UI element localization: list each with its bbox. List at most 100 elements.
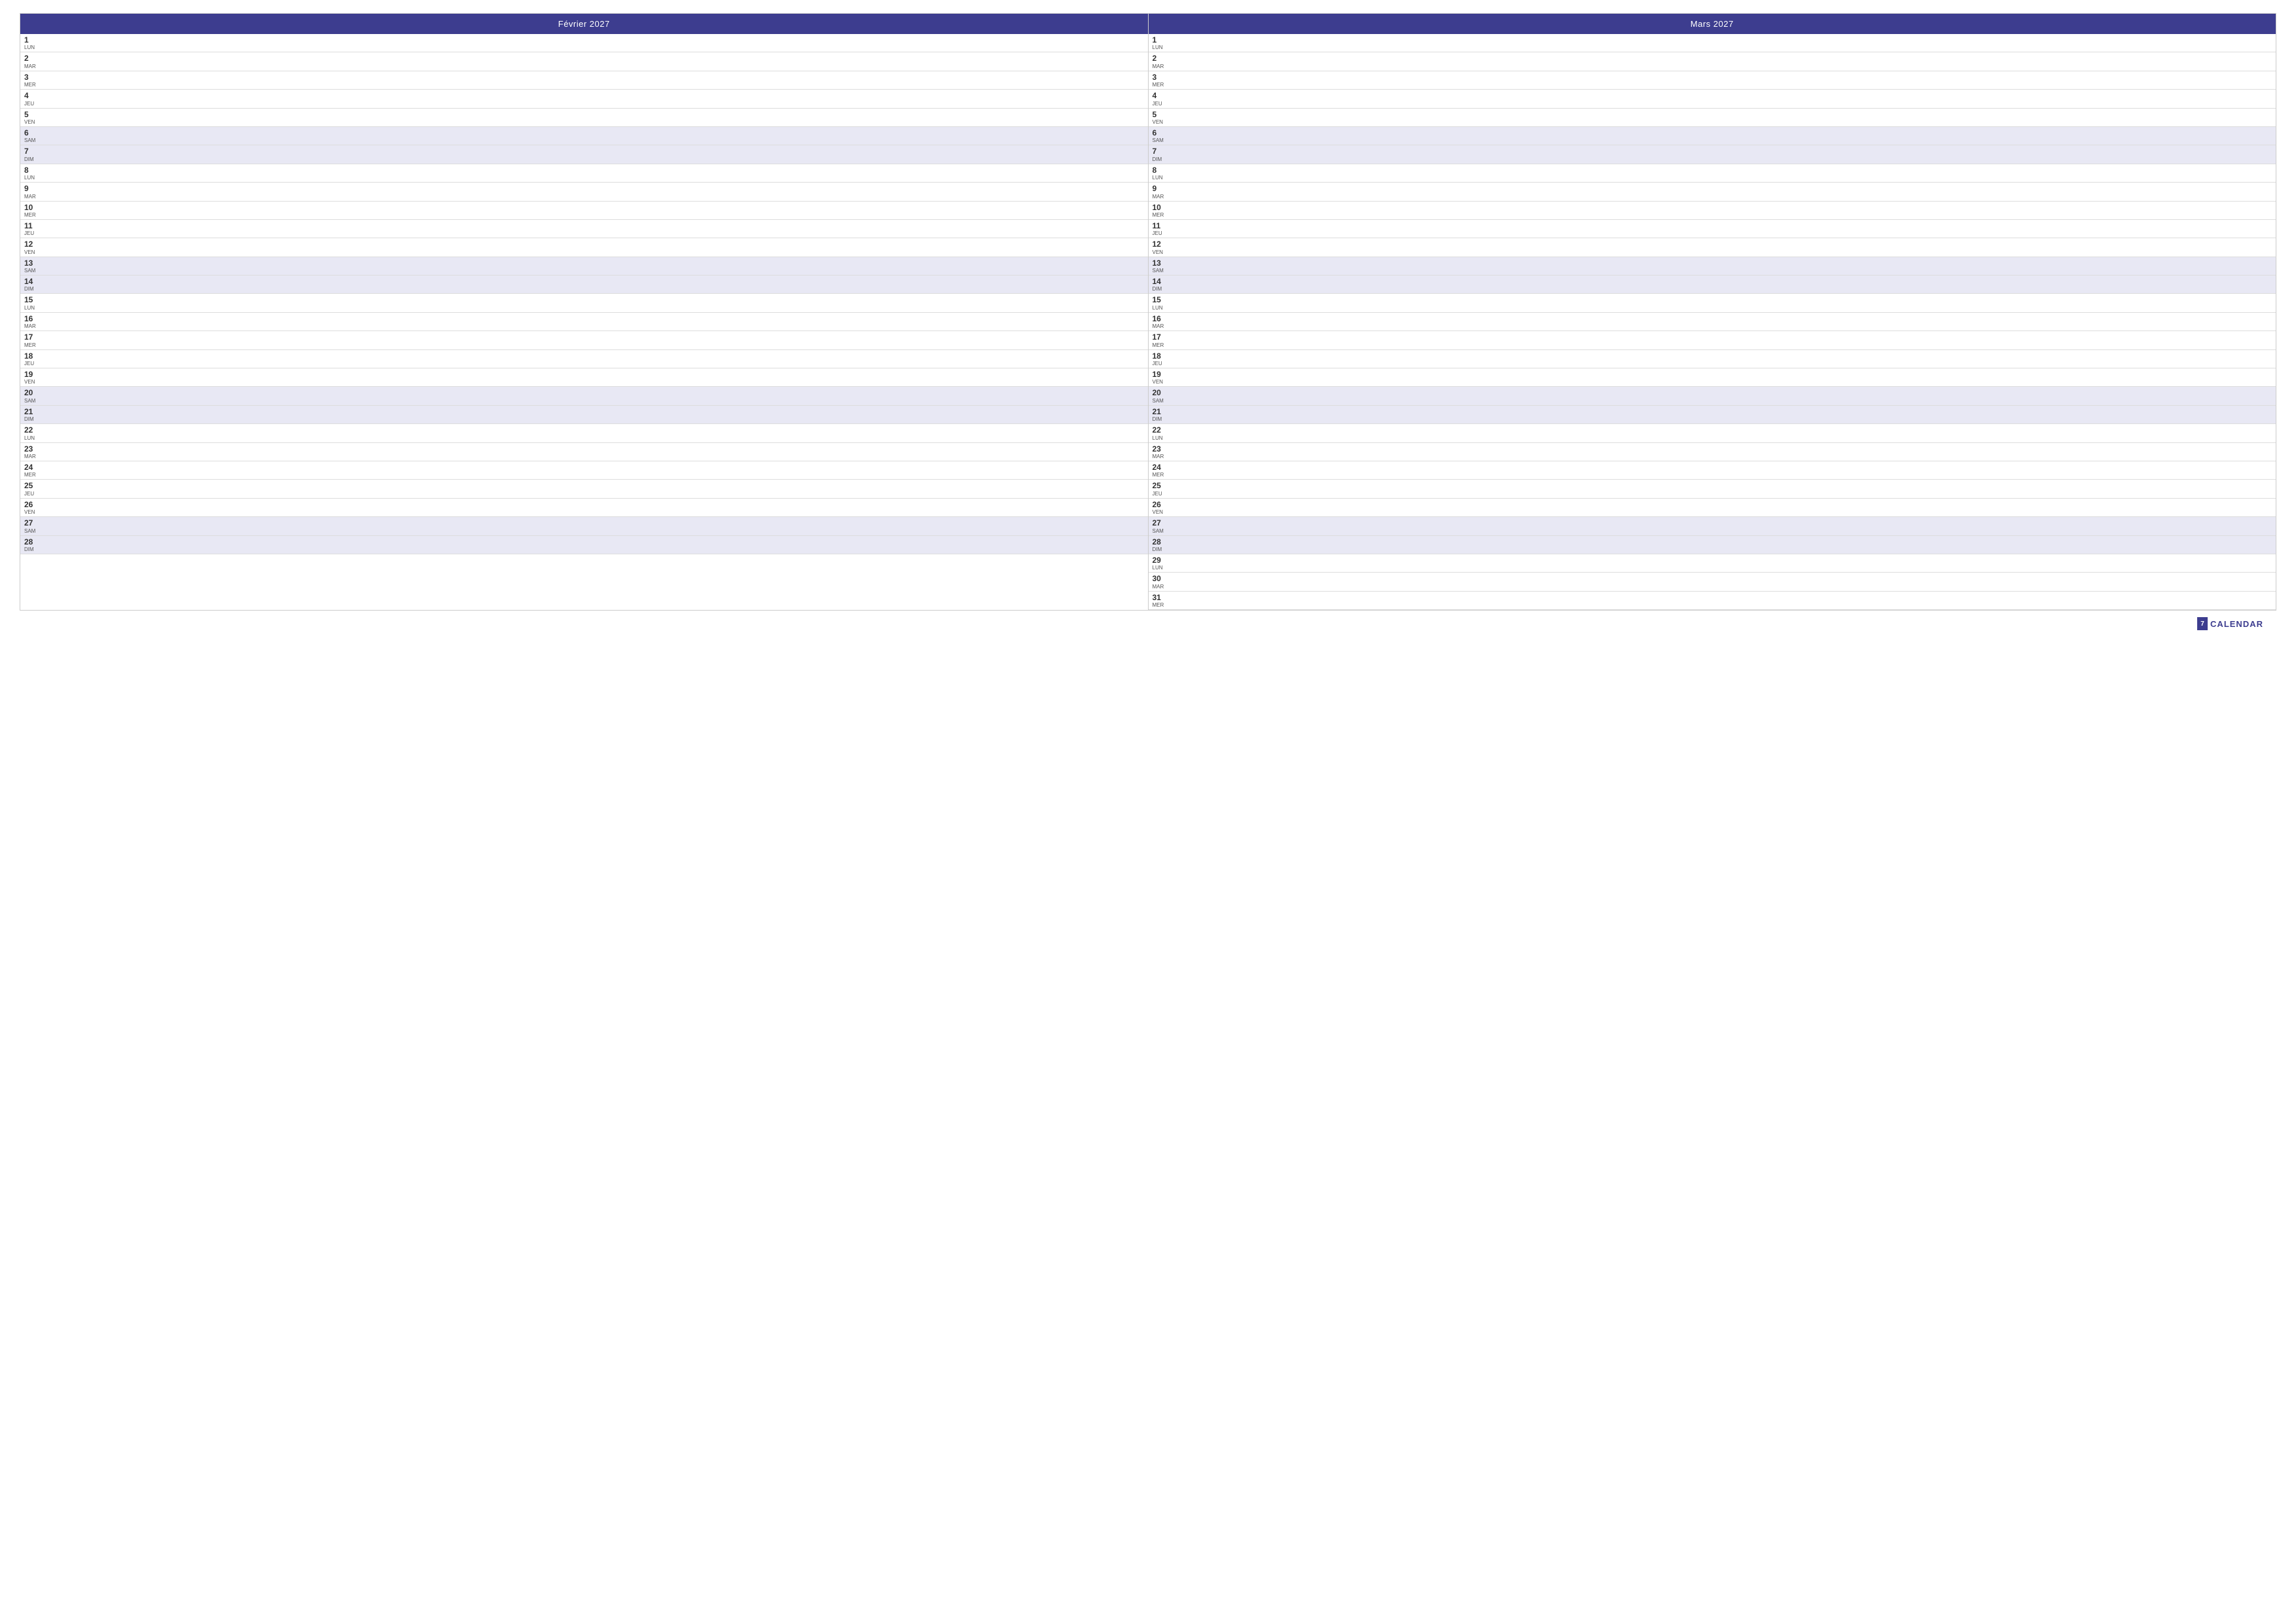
day-cell: 11JEU <box>24 221 44 236</box>
day-cell: 19VEN <box>24 370 44 385</box>
day-cell: 6SAM <box>24 128 44 143</box>
day-row: 26VEN <box>1149 499 2276 517</box>
calendar-header-mars: Mars 2027 <box>1149 14 2276 34</box>
day-name: SAM <box>24 399 44 404</box>
day-cell: 31MER <box>1153 593 1172 608</box>
day-number: 11 <box>1153 221 1172 230</box>
day-name: MAR <box>24 454 44 459</box>
day-cell: 26VEN <box>24 500 44 515</box>
day-name: MER <box>24 213 44 218</box>
day-number: 24 <box>1153 463 1172 472</box>
day-cell: 11JEU <box>1153 221 1172 236</box>
day-number: 4 <box>1153 91 1172 100</box>
day-number: 27 <box>24 518 44 527</box>
day-cell: 16MAR <box>24 314 44 329</box>
day-row: 6SAM <box>20 127 1148 145</box>
day-name: DIM <box>1153 547 1172 552</box>
day-name: LUN <box>24 306 44 311</box>
day-row: 10MER <box>1149 202 2276 220</box>
day-name: DIM <box>24 547 44 552</box>
day-number: 18 <box>24 351 44 361</box>
day-name: LUN <box>24 45 44 50</box>
day-number: 6 <box>1153 128 1172 137</box>
day-cell: 24MER <box>1153 463 1172 478</box>
day-cell: 20SAM <box>1153 388 1172 403</box>
day-number: 9 <box>1153 184 1172 193</box>
day-row: 6SAM <box>1149 127 2276 145</box>
day-name: VEN <box>24 120 44 125</box>
day-name: VEN <box>1153 380 1172 385</box>
day-row: 3MER <box>1149 71 2276 90</box>
day-row: 19VEN <box>1149 368 2276 387</box>
day-name: MAR <box>1153 64 1172 69</box>
day-cell: 4JEU <box>24 91 44 106</box>
day-cell: 14DIM <box>1153 277 1172 292</box>
calendar-icon: 7 <box>2197 617 2208 630</box>
day-row: 2MAR <box>1149 52 2276 71</box>
day-name: VEN <box>24 510 44 515</box>
day-row: 18JEU <box>1149 350 2276 368</box>
day-number: 26 <box>24 500 44 509</box>
day-cell: 2MAR <box>1153 54 1172 69</box>
day-name: LUN <box>24 175 44 181</box>
day-cell: 15LUN <box>1153 295 1172 310</box>
day-name: MAR <box>1153 454 1172 459</box>
day-cell: 2MAR <box>24 54 44 69</box>
day-cell: 3MER <box>24 73 44 88</box>
day-cell: 5VEN <box>1153 110 1172 125</box>
day-row: 24MER <box>1149 461 2276 480</box>
day-row: 27 SAM <box>20 517 1148 535</box>
day-cell: 18JEU <box>24 351 44 366</box>
day-row: 10MER <box>20 202 1148 220</box>
day-cell: 20 SAM <box>24 388 44 403</box>
day-cell: 25JEU <box>1153 481 1172 496</box>
day-row: 22LUN <box>20 424 1148 442</box>
day-name: SAM <box>1153 529 1172 534</box>
day-name: JEU <box>24 101 44 107</box>
day-number: 14 <box>24 277 44 286</box>
day-row: 17MER <box>1149 331 2276 349</box>
day-cell: 1LUN <box>1153 35 1172 50</box>
day-number: 23 <box>1153 444 1172 454</box>
day-name: MER <box>24 82 44 88</box>
day-cell: 18JEU <box>1153 351 1172 366</box>
day-cell: 26VEN <box>1153 500 1172 515</box>
day-number: 16 <box>24 314 44 323</box>
day-number: 26 <box>1153 500 1172 509</box>
calendars-container: Février 20271LUN2MAR3MER4JEU5VEN6SAM7DIM… <box>20 13 2276 611</box>
day-number: 24 <box>24 463 44 472</box>
day-name: DIM <box>24 157 44 162</box>
day-number: 23 <box>24 444 44 454</box>
day-name: LUN <box>1153 175 1172 181</box>
calendar-header-fevrier: Février 2027 <box>20 14 1148 34</box>
day-name: LUN <box>1153 565 1172 571</box>
day-name: DIM <box>24 417 44 422</box>
day-cell: 17MER <box>1153 332 1172 348</box>
day-name: MER <box>1153 82 1172 88</box>
day-name: MER <box>1153 473 1172 478</box>
day-row: 20SAM <box>1149 387 2276 405</box>
day-number: 17 <box>24 332 44 342</box>
day-row: 21DIM <box>1149 406 2276 424</box>
day-row: 23MAR <box>1149 443 2276 461</box>
day-row: 14DIM <box>20 276 1148 294</box>
day-cell: 7DIM <box>24 147 44 162</box>
day-number: 6 <box>24 128 44 137</box>
day-name: SAM <box>24 529 44 534</box>
day-cell: 23MAR <box>1153 444 1172 459</box>
day-name: JEU <box>1153 491 1172 497</box>
day-row: 11JEU <box>1149 220 2276 238</box>
calendar-mars: Mars 20271LUN2MAR3MER4JEU5VEN6SAM7DIM8LU… <box>1148 13 2277 611</box>
day-row: 28DIM <box>1149 536 2276 554</box>
day-row: 4JEU <box>1149 90 2276 108</box>
day-row: 21DIM <box>20 406 1148 424</box>
day-row: 24MER <box>20 461 1148 480</box>
day-row: 13SAM <box>20 257 1148 276</box>
day-cell: 6SAM <box>1153 128 1172 143</box>
day-row: 15LUN <box>1149 294 2276 312</box>
day-number: 16 <box>1153 314 1172 323</box>
day-number: 20 <box>24 388 44 397</box>
day-cell: 30MAR <box>1153 574 1172 589</box>
day-number: 2 <box>1153 54 1172 63</box>
day-name: MAR <box>1153 324 1172 329</box>
